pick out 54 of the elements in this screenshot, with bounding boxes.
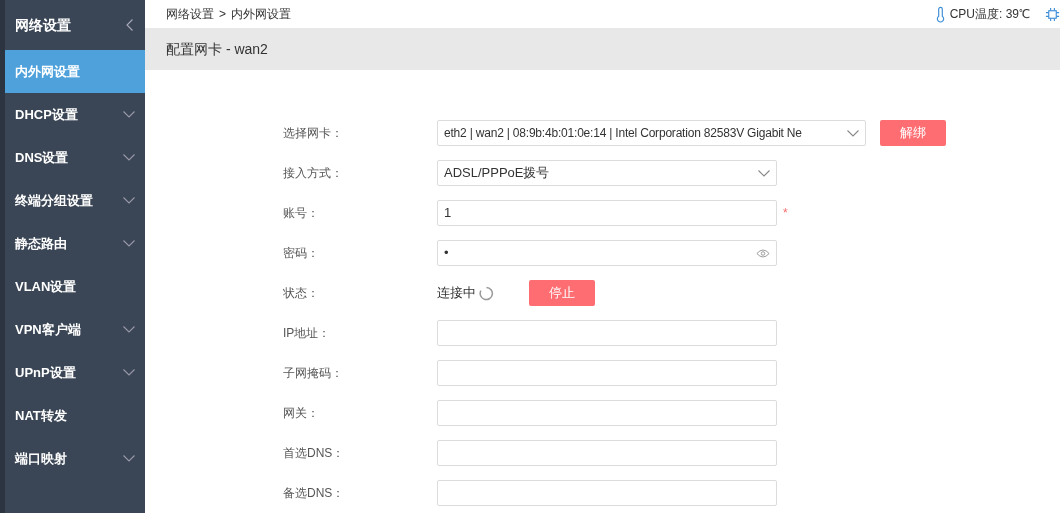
text-field[interactable] — [437, 360, 777, 386]
field-label: 子网掩码： — [283, 365, 344, 382]
sidebar-item[interactable]: DHCP设置 — [5, 93, 145, 136]
password-field[interactable]: • — [437, 240, 777, 266]
sidebar-item[interactable]: UPnP设置 — [5, 351, 145, 394]
required-mark: * — [783, 205, 788, 222]
eye-icon[interactable] — [756, 248, 770, 258]
chevron-left-icon[interactable] — [126, 19, 133, 31]
field-label: IP地址： — [283, 325, 332, 342]
sidebar-item[interactable]: DNS设置 — [5, 136, 145, 179]
chevron-down-icon — [758, 169, 770, 177]
sidebar-item[interactable]: 终端分组设置 — [5, 179, 145, 222]
breadcrumb-item[interactable]: 内外网设置 — [231, 5, 291, 23]
field-label: 账号： — [283, 205, 320, 222]
field-label: 接入方式： — [283, 165, 344, 182]
chevron-down-icon — [123, 326, 135, 333]
chevron-down-icon — [123, 111, 135, 118]
chevron-down-icon — [847, 129, 859, 137]
breadcrumb-separator: > — [219, 6, 226, 23]
password-value: • — [444, 244, 450, 263]
text-field[interactable] — [437, 400, 777, 426]
sidebar-title: 网络设置 — [15, 15, 72, 35]
sidebar-item[interactable]: VLAN设置 — [5, 265, 145, 308]
chevron-down-icon — [123, 197, 135, 204]
field-label: 状态： — [283, 285, 320, 302]
sidebar-item[interactable]: 端口映射 — [5, 437, 145, 480]
chevron-down-icon — [123, 455, 135, 462]
sidebar-item[interactable]: 静态路由 — [5, 222, 145, 265]
field-label: 网关： — [283, 405, 320, 422]
field-label: 首选DNS： — [283, 445, 346, 462]
field-label: 密码： — [283, 245, 320, 262]
text-field[interactable] — [437, 440, 777, 466]
chevron-down-icon — [123, 240, 135, 247]
select-field[interactable]: eth2 | wan2 | 08:9b:4b:01:0e:14 | Intel Corporation 82583V Gigabit Ne — [437, 120, 866, 146]
text-field[interactable]: 1 — [437, 200, 777, 226]
chevron-down-icon — [123, 369, 135, 376]
select-value: ADSL/PPPoE拨号 — [444, 164, 551, 183]
panel-title: 配置网卡 - wan2 — [166, 39, 268, 59]
field-label: 选择网卡： — [283, 125, 344, 142]
field-value: 1 — [444, 204, 452, 223]
text-field[interactable] — [437, 480, 777, 506]
breadcrumb-item[interactable]: 网络设置 — [166, 5, 214, 23]
sidebar-item[interactable]: VPN客户端 — [5, 308, 145, 351]
thermometer-icon — [935, 5, 945, 23]
spinner-icon — [479, 285, 494, 301]
field-label: 备选DNS： — [283, 485, 346, 502]
chip-icon — [1045, 6, 1060, 22]
select-value: eth2 | wan2 | 08:9b:4b:01:0e:14 | Intel Corporation 82583V Gigabit Ne — [444, 125, 803, 142]
status-text: 连接中 — [437, 284, 476, 303]
chevron-down-icon — [123, 154, 135, 161]
cpu-temperature: CPU温度: 39℃ — [949, 6, 1030, 23]
text-field[interactable] — [437, 320, 777, 346]
sidebar-item[interactable]: NAT转发 — [5, 394, 145, 437]
select-field[interactable]: ADSL/PPPoE拨号 — [437, 160, 777, 186]
